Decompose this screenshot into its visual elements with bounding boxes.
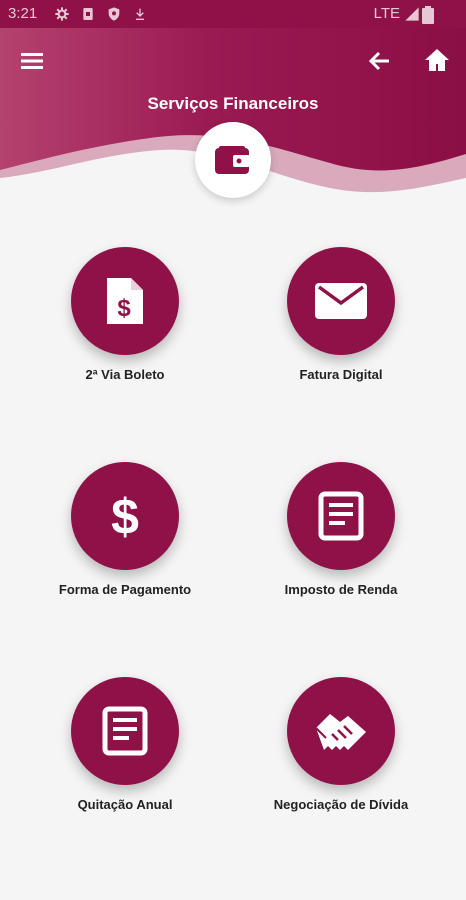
service-label: 2ª Via Boleto (85, 367, 165, 382)
handshake-icon (315, 714, 366, 750)
document-icon (318, 491, 364, 541)
document-icon (102, 706, 148, 756)
service-label: Forma de Pagamento (58, 582, 192, 597)
svg-text:$: $ (117, 295, 131, 322)
home-button[interactable] (423, 46, 451, 74)
service-tile-quitacao-anual[interactable]: Quitação Anual (25, 677, 225, 837)
status-time: 3:21 (8, 5, 38, 22)
invoice-dollar-icon: $ (107, 278, 143, 324)
wallet-badge (195, 122, 271, 198)
wallet-icon (215, 146, 250, 174)
service-label: Negociação de Dívida (273, 797, 409, 812)
service-label: Quitação Anual (77, 797, 173, 812)
network-type: LTE (373, 5, 400, 22)
shield-icon (108, 7, 120, 21)
dollar-icon: $ (111, 489, 139, 544)
download-icon (136, 8, 144, 20)
service-icon-circle (287, 462, 395, 570)
service-icon-circle (287, 677, 395, 785)
service-tile-negociacao-divida[interactable]: Negociação de Dívida (241, 677, 441, 837)
service-label: Imposto de Renda (284, 582, 398, 597)
signal-icon (405, 6, 419, 21)
status-bar: 3:21 LTE (0, 0, 466, 28)
service-icon-circle: $ (71, 462, 179, 570)
home-icon (425, 49, 449, 71)
service-icon-circle (287, 247, 395, 355)
back-button[interactable] (366, 48, 394, 74)
service-icon-circle: $ (71, 247, 179, 355)
settings-icon (55, 7, 69, 21)
arrow-left-icon (368, 51, 389, 71)
page-title: Serviços Financeiros (147, 94, 319, 113)
sim-icon (83, 8, 93, 20)
service-label: Fatura Digital (299, 367, 383, 382)
battery-icon (422, 6, 434, 24)
service-tile-imposto-renda[interactable]: Imposto de Renda (241, 462, 441, 622)
envelope-icon (315, 283, 367, 319)
service-icon-circle (71, 677, 179, 785)
status-notification-icons (54, 6, 148, 22)
service-tile-forma-pagamento[interactable]: $ Forma de Pagamento (25, 462, 225, 622)
service-tile-boleto[interactable]: $ 2ª Via Boleto (25, 247, 225, 407)
service-tile-fatura-digital[interactable]: Fatura Digital (241, 247, 441, 407)
menu-button[interactable] (18, 48, 48, 74)
hamburger-menu-icon (21, 53, 43, 69)
svg-text:$: $ (111, 489, 139, 544)
